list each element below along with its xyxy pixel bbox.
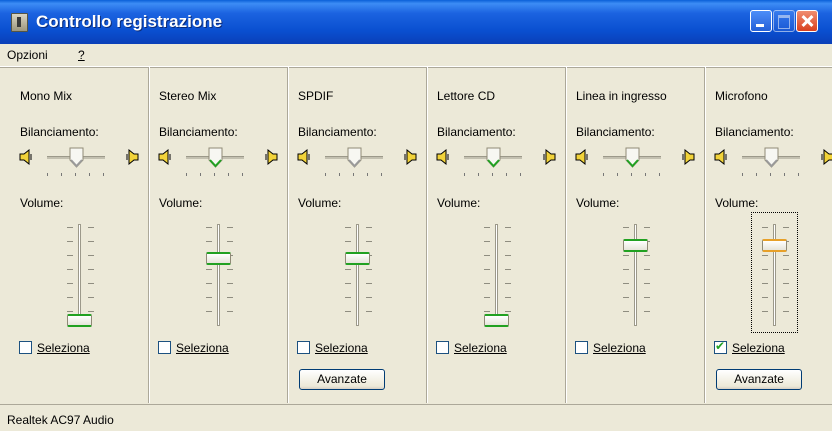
speaker-right-icon bbox=[263, 148, 279, 166]
status-text: Realtek AC97 Audio bbox=[7, 413, 114, 427]
channel-mono-mix: Mono Mix Bilanciamento: Volume: Selezion… bbox=[11, 67, 139, 403]
select-checkbox[interactable] bbox=[436, 341, 449, 354]
balance-label: Bilanciamento: bbox=[437, 125, 516, 139]
channel-stereo-mix: Stereo Mix Bilanciamento: Volume: Selezi… bbox=[150, 67, 278, 403]
balance-ticks bbox=[603, 173, 661, 176]
menu-help[interactable]: ? bbox=[78, 48, 85, 62]
menu-bar: Opzioni ? bbox=[0, 44, 832, 67]
balance-slider-thumb[interactable] bbox=[486, 147, 501, 168]
volume-slider-track[interactable] bbox=[356, 224, 359, 326]
balance-ticks bbox=[47, 173, 105, 176]
volume-slider-track[interactable] bbox=[78, 224, 81, 326]
advanced-button[interactable]: Avanzate bbox=[299, 369, 385, 390]
speaker-left-icon bbox=[157, 148, 173, 166]
channel-spdif: SPDIF Bilanciamento: Volume: Seleziona A… bbox=[289, 67, 417, 403]
volume-label: Volume: bbox=[715, 196, 759, 210]
volume-slider-thumb[interactable] bbox=[762, 238, 787, 252]
channel-name: Mono Mix bbox=[20, 89, 73, 103]
volume-slider-thumb[interactable] bbox=[206, 251, 231, 265]
status-bar: Realtek AC97 Audio bbox=[0, 404, 832, 431]
advanced-button[interactable]: Avanzate bbox=[716, 369, 802, 390]
select-label[interactable]: Seleziona bbox=[37, 341, 90, 355]
volume-slider-track[interactable] bbox=[217, 224, 220, 326]
volume-slider-thumb[interactable] bbox=[67, 314, 92, 327]
speaker-right-icon bbox=[402, 148, 418, 166]
window-title: Controllo registrazione bbox=[36, 12, 223, 31]
balance-ticks bbox=[186, 173, 244, 176]
select-label[interactable]: Seleziona bbox=[454, 341, 507, 355]
volume-slider-thumb[interactable] bbox=[345, 251, 370, 265]
select-checkbox[interactable] bbox=[714, 339, 727, 354]
balance-slider-thumb[interactable] bbox=[347, 147, 362, 168]
balance-label: Bilanciamento: bbox=[20, 125, 99, 139]
column-separator bbox=[426, 67, 427, 403]
channel-lettore-cd: Lettore CD Bilanciamento: Volume: Selezi… bbox=[428, 67, 556, 403]
balance-slider-thumb[interactable] bbox=[764, 147, 779, 168]
speaker-right-icon bbox=[680, 148, 696, 166]
select-checkbox[interactable] bbox=[19, 341, 32, 354]
channel-microfono: Microfono Bilanciamento: Volume: Selezio… bbox=[706, 67, 832, 403]
speaker-left-icon bbox=[574, 148, 590, 166]
volume-label: Volume: bbox=[437, 196, 481, 210]
balance-label: Bilanciamento: bbox=[159, 125, 238, 139]
speaker-left-icon bbox=[435, 148, 451, 166]
balance-slider-thumb[interactable] bbox=[208, 147, 223, 168]
balance-label: Bilanciamento: bbox=[298, 125, 377, 139]
volume-slider-track[interactable] bbox=[495, 224, 498, 326]
select-label[interactable]: Seleziona bbox=[176, 341, 229, 355]
maximize-button[interactable] bbox=[773, 10, 795, 32]
channel-name: Lettore CD bbox=[437, 89, 496, 103]
channel-name: Stereo Mix bbox=[159, 89, 217, 103]
volume-slider-thumb[interactable] bbox=[623, 238, 648, 252]
volume-control-app-icon[interactable] bbox=[11, 13, 28, 32]
column-separator bbox=[287, 67, 288, 403]
speaker-right-icon bbox=[819, 148, 832, 166]
volume-label: Volume: bbox=[298, 196, 342, 210]
balance-ticks bbox=[325, 173, 383, 176]
balance-ticks bbox=[742, 173, 800, 176]
focus-rectangle bbox=[751, 212, 798, 333]
title-bar[interactable]: Controllo registrazione bbox=[0, 0, 832, 44]
select-checkbox[interactable] bbox=[158, 341, 171, 354]
balance-slider-thumb[interactable] bbox=[69, 147, 84, 168]
column-separator bbox=[565, 67, 566, 403]
column-separator bbox=[148, 67, 149, 403]
menu-opzioni[interactable]: Opzioni bbox=[7, 48, 48, 62]
balance-slider-thumb[interactable] bbox=[625, 147, 640, 168]
minimize-button[interactable] bbox=[750, 10, 772, 32]
channel-linea-in-ingresso: Linea in ingresso Bilanciamento: Volume:… bbox=[567, 67, 695, 403]
volume-label: Volume: bbox=[159, 196, 203, 210]
channel-name: Microfono bbox=[715, 89, 768, 103]
select-checkbox[interactable] bbox=[575, 341, 588, 354]
speaker-left-icon bbox=[713, 148, 729, 166]
column-separator bbox=[704, 67, 705, 403]
close-button[interactable] bbox=[796, 10, 818, 32]
select-label[interactable]: Seleziona bbox=[732, 341, 785, 355]
balance-ticks bbox=[464, 173, 522, 176]
select-label[interactable]: Seleziona bbox=[593, 341, 646, 355]
speaker-left-icon bbox=[18, 148, 34, 166]
balance-label: Bilanciamento: bbox=[576, 125, 655, 139]
select-label[interactable]: Seleziona bbox=[315, 341, 368, 355]
speaker-right-icon bbox=[541, 148, 557, 166]
volume-label: Volume: bbox=[576, 196, 620, 210]
channel-name: Linea in ingresso bbox=[576, 89, 667, 103]
channel-name: SPDIF bbox=[298, 89, 334, 103]
speaker-left-icon bbox=[296, 148, 312, 166]
balance-label: Bilanciamento: bbox=[715, 125, 794, 139]
select-checkbox[interactable] bbox=[297, 341, 310, 354]
volume-slider-thumb[interactable] bbox=[484, 314, 509, 327]
speaker-right-icon bbox=[124, 148, 140, 166]
volume-label: Volume: bbox=[20, 196, 64, 210]
